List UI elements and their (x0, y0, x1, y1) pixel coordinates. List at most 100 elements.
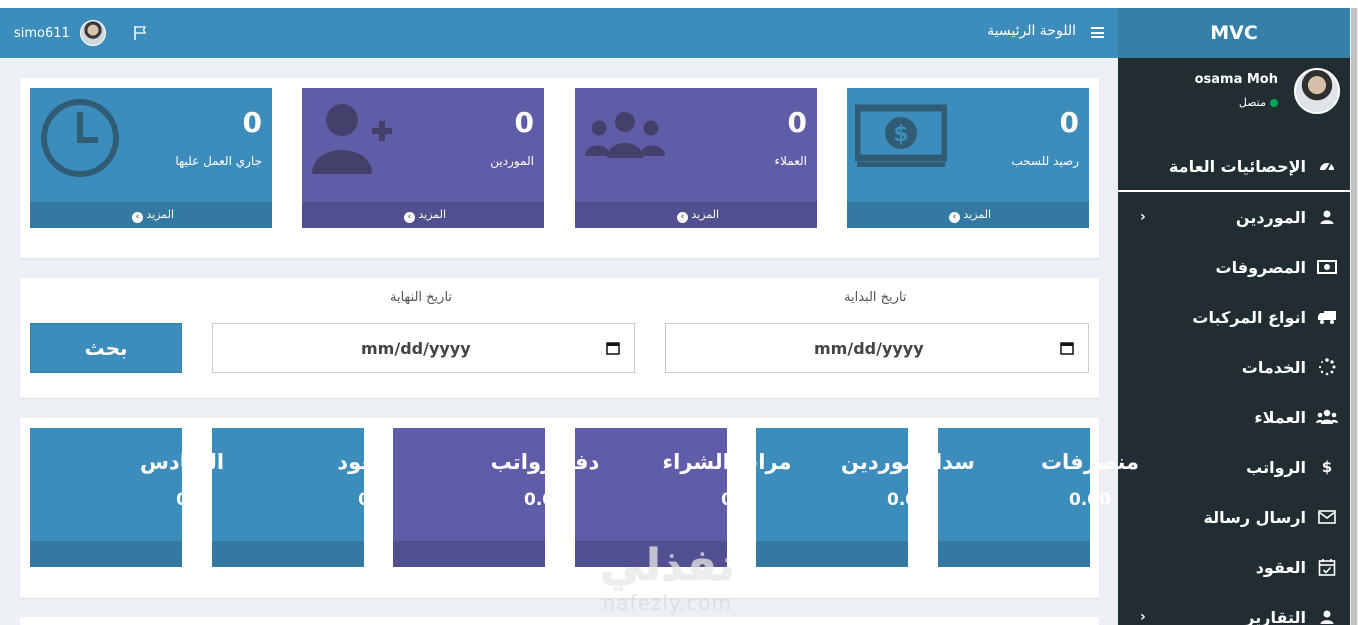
calendar-icon[interactable] (1060, 341, 1074, 355)
stat-box-balance: $ 0 رصيد للسحب المزيد › (847, 88, 1089, 228)
calendar-icon[interactable] (606, 341, 620, 355)
sidebar-avatar (1294, 68, 1340, 114)
tile-footer (575, 541, 727, 567)
stat-label: الموردين (490, 154, 534, 168)
sidebar-user-name: osama Moh (1194, 72, 1278, 87)
chevron-left-icon: ‹ (1140, 609, 1146, 625)
tile-title: السادس (139, 450, 225, 474)
scrollbar-thumb[interactable] (1351, 8, 1357, 625)
envelope-icon (1316, 506, 1338, 528)
page-title: اللوحة الرئيسية (987, 23, 1076, 39)
tile-footer (756, 541, 908, 567)
sidebar: osama Moh متصل الإحصائيات العامة الموردي… (1118, 58, 1350, 625)
sidebar-item-label: التقارير (1245, 607, 1306, 625)
tile-title: عقود (337, 450, 391, 474)
user-icon (1316, 206, 1338, 228)
calendar-check-icon (1316, 556, 1338, 578)
start-date-label: تاريخ البداية (844, 290, 907, 305)
spinner-icon (1316, 356, 1338, 378)
more-label: المزيد (691, 208, 720, 221)
tile-sixth[interactable]: السادس 0 (30, 428, 224, 567)
username: simo611 (14, 25, 70, 41)
sidebar-item-expenses[interactable]: المصروفات (1118, 242, 1350, 292)
stat-label: جاري العمل عليها (175, 154, 262, 168)
sidebar-item-reports[interactable]: التقارير ‹ (1118, 592, 1350, 625)
stat-value: 0 (242, 106, 262, 139)
top-navbar: simo611 اللوحة الرئيسية (0, 8, 1118, 58)
arrow-circle-icon: › (948, 212, 960, 223)
sidebar-item-label: الرواتب (1246, 457, 1306, 477)
next-panel (20, 617, 1099, 625)
stat-label: العملاء (774, 154, 807, 168)
brand-logo[interactable]: MVC (1118, 8, 1350, 58)
sidebar-item-vehicle-types[interactable]: انواع المركبات (1118, 292, 1350, 342)
date-filter-panel: تاريخ البداية تاريخ النهاية mm/dd/yyyy m… (20, 278, 1099, 398)
tile-value: 0 (721, 490, 733, 510)
user-menu[interactable]: simo611 (14, 20, 106, 46)
flag-icon[interactable] (132, 25, 148, 41)
arrow-circle-icon: › (403, 212, 415, 223)
sidebar-item-label: العملاء (1254, 407, 1306, 427)
start-date-input[interactable]: mm/dd/yyyy (665, 323, 1089, 373)
sidebar-item-label: ارسال رسالة (1203, 507, 1306, 527)
tile-title: دفع رواتب (490, 450, 600, 474)
sidebar-item-label: انواع المركبات (1192, 307, 1306, 327)
tile-footer (30, 541, 182, 567)
more-info-link[interactable]: المزيد › (575, 202, 817, 228)
more-label: المزيد (418, 208, 447, 221)
truck-icon (1316, 306, 1338, 328)
avatar (79, 20, 106, 46)
users-icon (1316, 406, 1338, 428)
arrow-circle-icon: › (131, 212, 143, 223)
end-date-input[interactable]: mm/dd/yyyy (212, 323, 635, 373)
user-plus-icon (312, 104, 392, 174)
tile-value: 0.00 (1069, 490, 1111, 510)
sidebar-item-label: الخدمات (1241, 357, 1306, 377)
more-label: المزيد (146, 208, 175, 221)
tile-value: 0 (358, 490, 370, 510)
sidebar-item-label: الإحصائيات العامة (1168, 156, 1306, 176)
menu-toggle-icon[interactable] (1091, 27, 1104, 38)
date-placeholder: mm/dd/yyyy (814, 339, 924, 358)
money-icon: $ (855, 104, 947, 167)
tile-value: 0.00 (887, 490, 929, 510)
tile-footer (212, 541, 364, 567)
svg-text:$: $ (893, 122, 908, 147)
sidebar-item-label: العقود (1255, 557, 1306, 577)
sidebar-item-customers[interactable]: العملاء (1118, 392, 1350, 442)
end-date-label: تاريخ النهاية (390, 290, 453, 305)
dollar-icon: $ (1321, 458, 1333, 476)
sidebar-user-status: متصل (1239, 96, 1278, 109)
summary-panel: منصرفات 0.00 سداد موردين 0.00 مرات الشرا… (20, 418, 1139, 598)
online-dot-icon (1270, 98, 1278, 107)
user-icon (1316, 606, 1338, 625)
more-label: المزيد (963, 208, 992, 221)
dashboard-icon (1316, 155, 1338, 177)
stat-value: 0 (787, 106, 807, 139)
search-button[interactable]: بحث (30, 323, 182, 373)
date-placeholder: mm/dd/yyyy (361, 339, 471, 358)
tile-footer (938, 541, 1090, 567)
more-info-link[interactable]: المزيد › (30, 202, 272, 228)
tile-value: 0 (176, 490, 188, 510)
money-icon (1316, 256, 1338, 278)
sidebar-item-services[interactable]: الخدمات (1118, 342, 1350, 392)
scrollbar[interactable] (1350, 8, 1358, 625)
tile-title: منصرفات (1040, 450, 1140, 474)
sidebar-menu: الإحصائيات العامة الموردين ‹ المصروفات ا… (1118, 142, 1350, 625)
sidebar-item-label: الموردين (1235, 207, 1306, 227)
sidebar-item-suppliers[interactable]: الموردين ‹ (1118, 192, 1350, 242)
chevron-left-icon: ‹ (1140, 209, 1146, 225)
sidebar-user-panel: osama Moh متصل (1118, 58, 1350, 138)
more-info-link[interactable]: المزيد › (847, 202, 1089, 228)
sidebar-item-contracts[interactable]: العقود (1118, 542, 1350, 592)
top-strip (0, 0, 1358, 8)
tile-title: سداد موردين (841, 450, 975, 474)
stat-value: 0 (514, 106, 534, 139)
stat-box-in-progress: 0 جاري العمل عليها المزيد › (30, 88, 272, 228)
stats-panel: $ 0 رصيد للسحب المزيد › 0 العملاء المزيد… (20, 78, 1099, 258)
tile-value: 0.00 (524, 490, 566, 510)
arrow-circle-icon: › (676, 212, 688, 223)
sidebar-item-statistics[interactable]: الإحصائيات العامة (1118, 142, 1350, 192)
more-info-link[interactable]: المزيد › (302, 202, 544, 228)
